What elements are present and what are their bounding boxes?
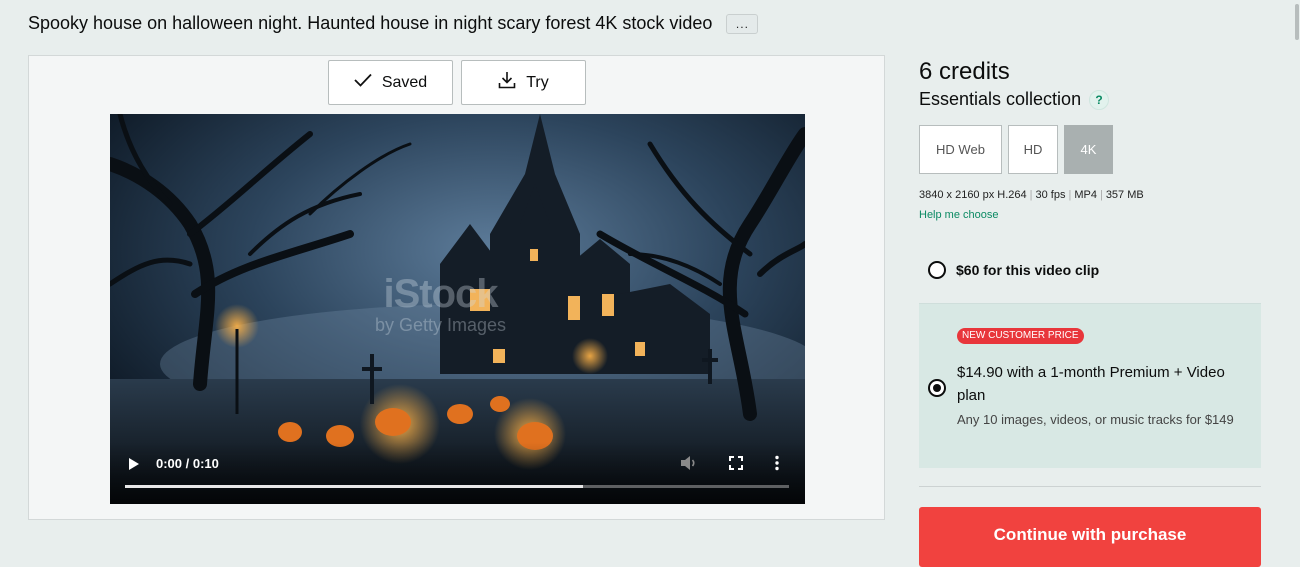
- resolution-hd-web[interactable]: HD Web: [919, 125, 1002, 174]
- new-customer-badge: NEW CUSTOMER PRICE: [957, 328, 1084, 344]
- help-icon[interactable]: ?: [1089, 89, 1110, 110]
- try-button[interactable]: Try: [461, 60, 586, 105]
- watermark: iStock by Getty Images: [375, 274, 506, 334]
- saved-button[interactable]: Saved: [328, 60, 453, 105]
- scrollbar-thumb[interactable]: [1295, 4, 1299, 40]
- plan-subtitle: Any 10 images, videos, or music tracks f…: [957, 412, 1234, 427]
- spec-separator: |: [1029, 189, 1033, 201]
- spec-dimensions: 3840 x 2160 px H.264: [919, 189, 1027, 201]
- fullscreen-icon[interactable]: [728, 455, 744, 476]
- option-single-clip[interactable]: $60 for this video clip: [928, 261, 1099, 279]
- video-player[interactable]: iStock by Getty Images 0:00 / 0:10: [110, 114, 805, 504]
- title-row: Spooky house on halloween night. Haunted…: [28, 13, 759, 34]
- resolution-hd[interactable]: HD: [1008, 125, 1058, 174]
- divider: [919, 486, 1261, 487]
- radio-premium-plan[interactable]: [928, 379, 946, 397]
- collection-row: Essentials collection ?: [919, 89, 1110, 110]
- credits-price: 6 credits: [919, 58, 1010, 85]
- option-single-label: $60 for this video clip: [956, 262, 1100, 278]
- check-icon: [354, 73, 372, 92]
- time-display: 0:00 / 0:10: [156, 456, 219, 471]
- saved-label: Saved: [381, 73, 428, 91]
- spec-separator: |: [1099, 189, 1103, 201]
- spec-fps: 30 fps: [1035, 189, 1066, 201]
- option-premium-plan[interactable]: NEW CUSTOMER PRICE $14.90 with a 1-month…: [919, 303, 1261, 468]
- watermark-sub: by Getty Images: [375, 315, 507, 335]
- video-controls: 0:00 / 0:10: [110, 442, 805, 504]
- collection-label: Essentials collection: [919, 89, 1082, 109]
- watermark-brand: iStock: [383, 272, 499, 316]
- volume-icon[interactable]: [680, 455, 698, 476]
- resolution-4k[interactable]: 4K: [1064, 125, 1113, 174]
- progress-fill: [125, 485, 584, 488]
- play-icon[interactable]: [128, 457, 140, 476]
- try-label: Try: [526, 73, 549, 91]
- file-specs: 3840 x 2160 px H.264 | 30 fps | MP4 | 357 MB: [919, 189, 1144, 201]
- continue-purchase-button[interactable]: Continue with purchase: [919, 507, 1261, 567]
- help-me-choose-link[interactable]: Help me choose: [919, 209, 999, 221]
- radio-single-clip[interactable]: [928, 261, 946, 279]
- resolution-selector: HD Web HD 4K: [919, 125, 1113, 174]
- more-button[interactable]: ...: [726, 13, 759, 34]
- download-icon: [498, 71, 516, 94]
- spec-format: MP4: [1074, 189, 1097, 201]
- page-scrollbar[interactable]: [1294, 0, 1300, 560]
- progress-bar[interactable]: [125, 485, 789, 488]
- media-panel: Saved Try iStock by Getty Images 0:00 / …: [28, 55, 885, 520]
- spec-size: 357 MB: [1105, 189, 1144, 201]
- plan-title: $14.90 with a 1-month Premium + Video pl…: [957, 364, 1225, 404]
- spec-separator: |: [1068, 189, 1072, 201]
- page-title: Spooky house on halloween night. Haunted…: [28, 13, 713, 33]
- more-vertical-icon[interactable]: [774, 455, 780, 476]
